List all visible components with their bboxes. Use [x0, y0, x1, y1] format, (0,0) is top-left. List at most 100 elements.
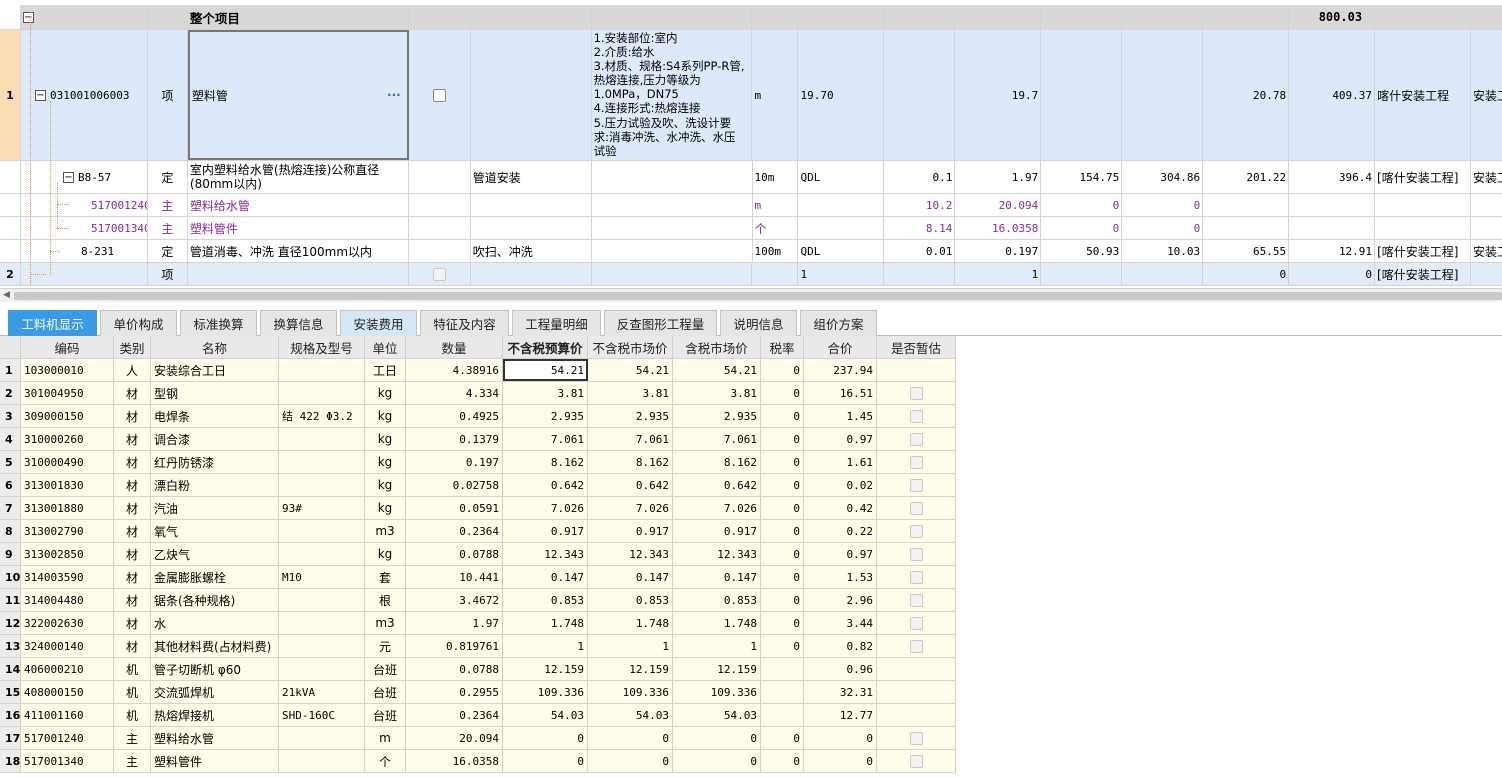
main-material-row[interactable]: 517001240 主 塑料给水管 m 10.2 20.094 0 0 — [0, 194, 1502, 217]
col-market-price-inc-tax[interactable]: 含税市场价 — [673, 336, 761, 358]
tax-rate[interactable]: 0 — [761, 750, 804, 772]
resource-name[interactable]: 汽油 — [151, 497, 279, 519]
resource-category[interactable]: 材 — [114, 520, 151, 542]
table-row[interactable]: 7 313001880 材汽油 93# kg 0.0591 7.026 7.026 7.026 0… — [0, 497, 956, 520]
resource-quantity[interactable]: 0.02758 — [406, 474, 503, 496]
bill-item-row[interactable]: 2 项 1 1 0 0 [喀什安装工程] — [0, 263, 1502, 286]
tax-rate[interactable]: 0 — [761, 543, 804, 565]
resource-spec[interactable] — [279, 359, 365, 381]
resource-unit[interactable]: 工日 — [365, 359, 406, 381]
resource-total[interactable]: 0.02 — [804, 474, 877, 496]
market-price-inc-tax[interactable]: 7.026 — [673, 497, 761, 519]
resource-unit[interactable]: kg — [365, 451, 406, 473]
resource-category[interactable]: 材 — [114, 589, 151, 611]
resource-unit[interactable]: kg — [365, 428, 406, 450]
budget-price-ex-tax[interactable]: 1.748 — [503, 612, 588, 634]
resource-name[interactable]: 交流弧焊机 — [151, 681, 279, 703]
market-price-inc-tax[interactable]: 0.642 — [673, 474, 761, 496]
resource-spec[interactable]: 结 422 Φ3.2 — [279, 405, 365, 427]
checkbox[interactable] — [909, 570, 923, 584]
quota-row[interactable]: − B8-57 定 室内塑料给水管(热熔连接)公称直径 (80mm以内) 管道安… — [0, 161, 1502, 194]
resource-unit[interactable]: kg — [365, 474, 406, 496]
resource-spec[interactable] — [279, 474, 365, 496]
table-row[interactable]: 6 313001830 材漂白粉 kg 0.02758 0.642 0.642 0.642 0 0… — [0, 474, 956, 497]
table-row[interactable]: 11 314004480 材锯条(各种规格) 根 3.4672 0.853 0.853 0.8… — [0, 589, 956, 612]
resource-quantity[interactable]: 20.094 — [406, 727, 503, 749]
resource-spec[interactable] — [279, 658, 365, 680]
col-quantity[interactable]: 数量 — [406, 336, 503, 358]
resource-total[interactable]: 0 — [804, 727, 877, 749]
table-row[interactable]: 2 301004950 材型钢 kg 4.334 3.81 3.81 3.81 0 16.51 — [0, 382, 956, 405]
market-price-inc-tax[interactable]: 0.147 — [673, 566, 761, 588]
resource-unit[interactable]: 根 — [365, 589, 406, 611]
resource-spec[interactable] — [279, 750, 365, 772]
bill-item-row[interactable]: 1 − 031001006003 项 塑料管 ··· 1.安装部位:室内 2.介… — [0, 30, 1502, 161]
resource-total[interactable]: 12.77 — [804, 704, 877, 726]
market-price-inc-tax[interactable]: 12.343 — [673, 543, 761, 565]
col-spec[interactable]: 规格及型号 — [279, 336, 365, 358]
col-code[interactable]: 编码 — [21, 336, 114, 358]
table-row[interactable]: 14 406000210 机管子切断机 φ60 台班 0.0788 12.159 12.15… — [0, 658, 956, 681]
market-price-ex-tax[interactable]: 7.026 — [588, 497, 673, 519]
tax-rate[interactable]: 0 — [761, 520, 804, 542]
table-row[interactable]: 16 411001160 机热熔焊接机 SHD-160C 台班 0.2364 54.03 54… — [0, 704, 956, 727]
resource-name[interactable]: 管子切断机 φ60 — [151, 658, 279, 680]
budget-price-ex-tax[interactable]: 109.336 — [503, 681, 588, 703]
checkbox[interactable] — [909, 754, 923, 768]
market-price-ex-tax[interactable]: 3.81 — [588, 382, 673, 404]
resource-quantity[interactable]: 10.441 — [406, 566, 503, 588]
resource-spec[interactable] — [279, 382, 365, 404]
checkbox[interactable] — [909, 501, 923, 515]
table-row[interactable]: 4 310000260 材调合漆 kg 0.1379 7.061 7.061 7.061 0 0.… — [0, 428, 956, 451]
checkbox[interactable] — [909, 616, 923, 630]
resource-name[interactable]: 漂白粉 — [151, 474, 279, 496]
tab-installation-fees[interactable]: 安装费用 — [340, 310, 417, 336]
resource-code[interactable]: 313001830 — [21, 474, 114, 496]
resource-quantity[interactable]: 3.4672 — [406, 589, 503, 611]
resource-quantity[interactable]: 0.0591 — [406, 497, 503, 519]
resource-unit[interactable]: 台班 — [365, 704, 406, 726]
tab-conversion-info[interactable]: 换算信息 — [260, 310, 337, 336]
budget-price-ex-tax[interactable]: 0 — [503, 727, 588, 749]
col-tax-rate[interactable]: 税率 — [761, 336, 804, 358]
resource-category[interactable]: 材 — [114, 474, 151, 496]
market-price-ex-tax[interactable]: 109.336 — [588, 681, 673, 703]
resource-quantity[interactable]: 0.0788 — [406, 543, 503, 565]
resource-code[interactable]: 322002630 — [21, 612, 114, 634]
resource-unit[interactable]: m3 — [365, 612, 406, 634]
market-price-ex-tax[interactable]: 54.21 — [588, 359, 673, 381]
resource-code[interactable]: 310000260 — [21, 428, 114, 450]
resource-total[interactable]: 1.61 — [804, 451, 877, 473]
resource-spec[interactable] — [279, 635, 365, 657]
resource-unit[interactable]: 个 — [365, 750, 406, 772]
market-price-ex-tax[interactable]: 2.935 — [588, 405, 673, 427]
resource-category[interactable]: 机 — [114, 658, 151, 680]
table-row[interactable]: 13 324000140 材其他材料费(占材料费) 元 0.819761 1 1 1 0 0.82 — [0, 635, 956, 658]
budget-price-ex-tax[interactable]: 3.81 — [503, 382, 588, 404]
checkbox[interactable] — [909, 524, 923, 538]
resource-name[interactable]: 安装综合工日 — [151, 359, 279, 381]
resource-quantity[interactable]: 0.2955 — [406, 681, 503, 703]
resource-name[interactable]: 调合漆 — [151, 428, 279, 450]
resource-total[interactable]: 0.97 — [804, 428, 877, 450]
resource-quantity[interactable]: 0.819761 — [406, 635, 503, 657]
checkbox[interactable] — [909, 432, 923, 446]
tab-unit-price-composition[interactable]: 单价构成 — [100, 310, 177, 336]
resource-unit[interactable]: 台班 — [365, 658, 406, 680]
resource-unit[interactable]: 元 — [365, 635, 406, 657]
budget-price-ex-tax[interactable]: 2.935 — [503, 405, 588, 427]
market-price-inc-tax[interactable]: 0 — [673, 750, 761, 772]
tax-rate[interactable]: 0 — [761, 566, 804, 588]
budget-price-ex-tax[interactable]: 54.21 — [503, 359, 588, 381]
market-price-inc-tax[interactable]: 0.917 — [673, 520, 761, 542]
market-price-inc-tax[interactable]: 54.03 — [673, 704, 761, 726]
market-price-ex-tax[interactable]: 0.642 — [588, 474, 673, 496]
resource-code[interactable]: 313002850 — [21, 543, 114, 565]
resource-name[interactable]: 热熔焊接机 — [151, 704, 279, 726]
resource-spec[interactable]: SHD-160C — [279, 704, 365, 726]
resource-unit[interactable]: m3 — [365, 520, 406, 542]
resource-spec[interactable] — [279, 451, 365, 473]
resource-category[interactable]: 材 — [114, 405, 151, 427]
resource-code[interactable]: 301004950 — [21, 382, 114, 404]
tab-description[interactable]: 说明信息 — [720, 310, 797, 336]
